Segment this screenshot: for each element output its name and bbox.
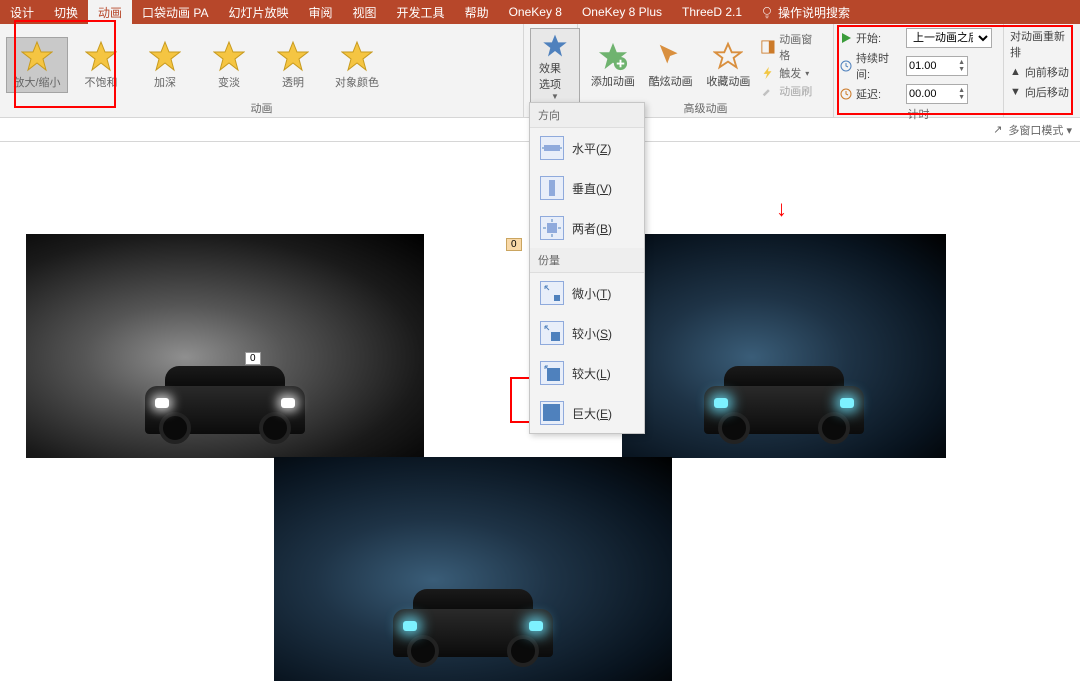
animation-3[interactable]: 变淡 <box>198 38 260 92</box>
bulb-icon <box>760 5 774 19</box>
menu-section-amount: 份量 <box>530 248 644 273</box>
chevron-down-icon: ▼ <box>551 92 559 101</box>
group-label-animation: 动画 <box>0 102 523 118</box>
paintbrush-icon <box>761 84 775 98</box>
tab-threed[interactable]: ThreeD 2.1 <box>672 0 752 24</box>
menu-item-微小[interactable]: 微小(T) <box>530 273 644 313</box>
ribbon-tabs: 设计 切换 动画 口袋动画 PA 幻灯片放映 审阅 视图 开发工具 帮助 One… <box>0 0 1080 24</box>
animation-1[interactable]: 不饱和 <box>70 38 132 92</box>
tab-pocket-anim[interactable]: 口袋动画 PA <box>132 0 218 24</box>
clock-icon <box>840 60 852 72</box>
direction-icon <box>540 281 564 305</box>
annotation-arrow-icon: ↓ <box>776 196 787 222</box>
star-plus-icon <box>598 41 628 71</box>
star-icon <box>277 40 309 72</box>
slide-image-grayscale[interactable] <box>26 234 424 458</box>
slide-image-color-bottom[interactable] <box>274 457 672 681</box>
cool-animation-button[interactable]: 酷炫动画 <box>642 39 700 91</box>
clock-delay-icon <box>840 88 852 100</box>
animation-order-tag[interactable]: 0 <box>245 352 261 365</box>
reorder-title: 对动画重新排 <box>1010 28 1074 60</box>
tab-design[interactable]: 设计 <box>0 0 44 24</box>
lightning-icon <box>761 66 775 80</box>
tab-transition[interactable]: 切换 <box>44 0 88 24</box>
direction-icon <box>540 361 564 385</box>
move-later-button[interactable]: ▼向后移动 <box>1010 84 1074 100</box>
animation-4[interactable]: 透明 <box>262 38 324 92</box>
star-icon <box>341 40 373 72</box>
direction-icon <box>540 401 564 425</box>
star-icon <box>149 40 181 72</box>
play-icon <box>840 32 852 44</box>
menu-section-direction: 方向 <box>530 103 644 128</box>
animation-2[interactable]: 加深 <box>134 38 196 92</box>
slide-image-color-right[interactable] <box>622 234 946 458</box>
direction-icon <box>540 176 564 200</box>
direction-icon <box>540 216 564 240</box>
menu-item-两者[interactable]: 两者(B) <box>530 208 644 248</box>
search-placeholder: 操作说明搜索 <box>778 4 850 21</box>
tell-me-search[interactable]: 操作说明搜索 <box>752 4 858 21</box>
star-outline-icon <box>713 41 743 71</box>
delay-spinner[interactable]: ▲▼ <box>906 84 968 104</box>
tab-view[interactable]: 视图 <box>343 0 387 24</box>
tab-help[interactable]: 帮助 <box>455 0 499 24</box>
animation-pane-button[interactable]: 动画窗格 <box>761 31 823 63</box>
tab-devtools[interactable]: 开发工具 <box>387 0 455 24</box>
star-icon <box>21 40 53 72</box>
menu-item-较小[interactable]: 较小(S) <box>530 313 644 353</box>
direction-icon <box>540 321 564 345</box>
animation-0[interactable]: 放大/缩小 <box>6 37 68 93</box>
menu-item-垂直[interactable]: 垂直(V) <box>530 168 644 208</box>
duration-spinner[interactable]: ▲▼ <box>906 56 968 76</box>
tab-onekey8plus[interactable]: OneKey 8 Plus <box>572 0 672 24</box>
animation-order-tag-2[interactable]: 0 <box>506 238 522 251</box>
menu-item-较大[interactable]: 较大(L) <box>530 353 644 393</box>
add-animation-button[interactable]: 添加动画 <box>584 39 642 91</box>
arrow-down-icon: ▼ <box>1010 86 1021 98</box>
tab-review[interactable]: 审阅 <box>299 0 343 24</box>
start-trigger-select[interactable]: 上一动画之后 <box>906 28 992 48</box>
multi-window-button[interactable]: 多窗口模式 ▾ <box>1008 122 1072 138</box>
pane-icon <box>761 40 775 54</box>
star-icon <box>85 40 117 72</box>
cursor-star-icon <box>656 41 686 71</box>
tab-slideshow[interactable]: 幻灯片放映 <box>219 0 299 24</box>
effect-options-menu: 方向 水平(Z)垂直(V)两者(B) 份量 微小(T)较小(S)较大(L)巨大(… <box>529 102 645 434</box>
tab-animation[interactable]: 动画 <box>88 0 132 24</box>
menu-item-水平[interactable]: 水平(Z) <box>530 128 644 168</box>
expand-icon[interactable]: ↗ <box>993 123 1002 136</box>
group-label-timing: 计时 <box>834 108 1003 122</box>
arrow-up-icon: ▲ <box>1010 66 1021 78</box>
star-icon <box>213 40 245 72</box>
trigger-button[interactable]: 触发▾ <box>761 65 823 81</box>
animation-5[interactable]: 对象颜色 <box>326 38 388 92</box>
effect-options-button[interactable]: 效果选项 ▼ <box>530 28 580 106</box>
star-icon <box>539 33 571 58</box>
collect-animation-button[interactable]: 收藏动画 <box>700 39 758 91</box>
menu-item-巨大[interactable]: 巨大(E) <box>530 393 644 433</box>
move-earlier-button[interactable]: ▲向前移动 <box>1010 64 1074 80</box>
tab-onekey8[interactable]: OneKey 8 <box>499 0 572 24</box>
direction-icon <box>540 136 564 160</box>
animation-painter-button[interactable]: 动画刷 <box>761 83 823 99</box>
